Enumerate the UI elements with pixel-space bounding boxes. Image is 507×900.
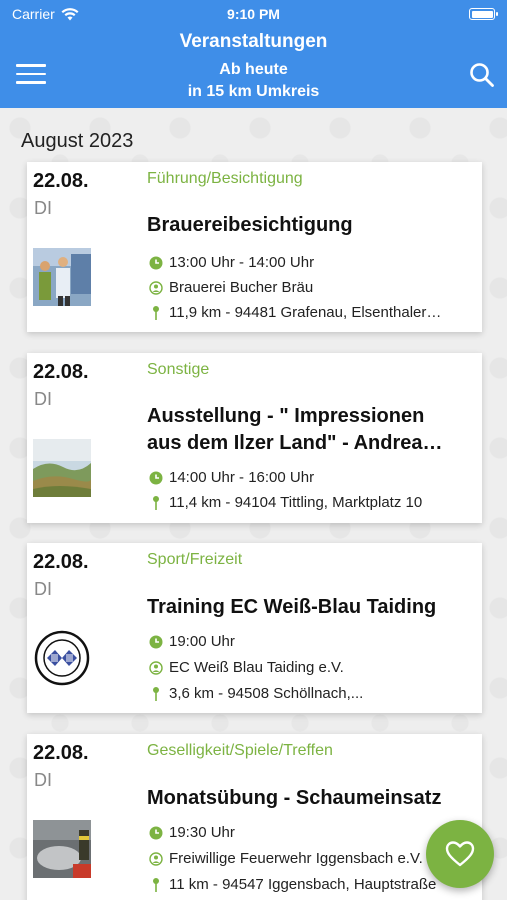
event-date: 22.08. [33,551,89,573]
event-organizer-row: EC Weiß Blau Taiding e.V. [147,659,477,676]
event-location: 11 km - 94547 Iggensbach, Hauptstraße [169,876,437,893]
event-category: Sonstige [147,361,210,378]
event-card[interactable]: 22.08. DI Sonstige Ausstellung - " Impre… [27,353,482,523]
event-weekday: DI [34,579,52,599]
event-time-row: 14:00 Uhr - 16:00 Uhr [147,469,477,486]
person-circle-icon [147,851,165,866]
event-title: Monatsübung - Schaumeinsatz [147,787,442,809]
event-location-row: 11,4 km - 94104 Tittling, Marktplatz 10 [147,494,477,511]
person-circle-icon [147,660,165,675]
event-card[interactable]: 22.08. DI Führung/Besichtigung Brauereib… [27,162,482,332]
pin-icon [147,686,165,702]
event-date: 22.08. [33,170,89,192]
event-time: 19:00 Uhr [169,633,235,650]
clock-icon [147,635,165,649]
event-organizer: Freiwillige Feuerwehr Iggensbach e.V. [169,850,423,867]
event-date: 22.08. [33,361,89,383]
event-card[interactable]: 22.08. DI Sport/Freizeit Training EC Wei… [27,543,482,713]
event-weekday: DI [34,770,52,790]
event-image [33,629,91,687]
event-image [33,439,91,497]
event-location-row: 11,9 km - 94481 Grafenau, Elsenthaler… [147,304,477,321]
pin-icon [147,305,165,321]
clock-icon [147,471,165,485]
event-weekday: DI [34,198,52,218]
event-location: 11,4 km - 94104 Tittling, Marktplatz 10 [169,494,423,511]
event-image [33,248,91,306]
event-time: 14:00 Uhr - 16:00 Uhr [169,469,315,486]
event-organizer: Brauerei Bucher Bräu [169,279,314,296]
event-location: 3,6 km - 94508 Schöllnach,... [169,685,364,702]
event-organizer: EC Weiß Blau Taiding e.V. [169,659,344,676]
battery-icon [469,8,498,20]
event-title: Brauereibesichtigung [147,214,353,236]
pin-icon [147,495,165,511]
event-time-row: 19:30 Uhr [147,824,477,841]
event-category: Führung/Besichtigung [147,170,303,187]
event-time-row: 13:00 Uhr - 14:00 Uhr [147,254,477,271]
event-weekday: DI [34,389,52,409]
person-circle-icon [147,280,165,295]
status-time: 9:10 PM [227,6,280,22]
month-heading: August 2023 [21,130,134,152]
event-location-row: 3,6 km - 94508 Schöllnach,... [147,685,477,702]
event-location: 11,9 km - 94481 Grafenau, Elsenthaler… [169,304,442,321]
favorites-button[interactable] [426,820,494,888]
status-bar: Carrier 9:10 PM [0,0,507,28]
clock-icon [147,826,165,840]
event-date: 22.08. [33,742,89,764]
event-time-row: 19:00 Uhr [147,633,477,650]
filter-radius-label[interactable]: in 15 km Umkreis [0,83,507,101]
hamburger-menu-icon[interactable] [16,64,46,86]
event-card[interactable]: 22.08. DI Geselligkeit/Spiele/Treffen Mo… [27,734,482,900]
event-category: Geselligkeit/Spiele/Treffen [147,742,333,759]
search-icon[interactable] [469,62,495,88]
event-title-line2: aus dem Ilzer Land" - Andrea… [147,432,443,454]
page-title: Veranstaltungen [179,31,328,52]
filter-date-label[interactable]: Ab heute [0,61,507,79]
event-organizer-row: Brauerei Bucher Bräu [147,279,477,296]
event-title-line1: Ausstellung - " Impressionen [147,405,425,427]
event-time: 19:30 Uhr [169,824,235,841]
heart-icon [445,841,475,867]
pin-icon [147,877,165,893]
event-location-row: 11 km - 94547 Iggensbach, Hauptstraße [147,876,477,893]
event-category: Sport/Freizeit [147,551,243,568]
app-header: Carrier 9:10 PM Veranstaltungen Ab heute… [0,0,507,108]
event-title: Training EC Weiß-Blau Taiding [147,596,437,618]
event-image [33,820,91,878]
event-time: 13:00 Uhr - 14:00 Uhr [169,254,315,271]
clock-icon [147,256,165,270]
